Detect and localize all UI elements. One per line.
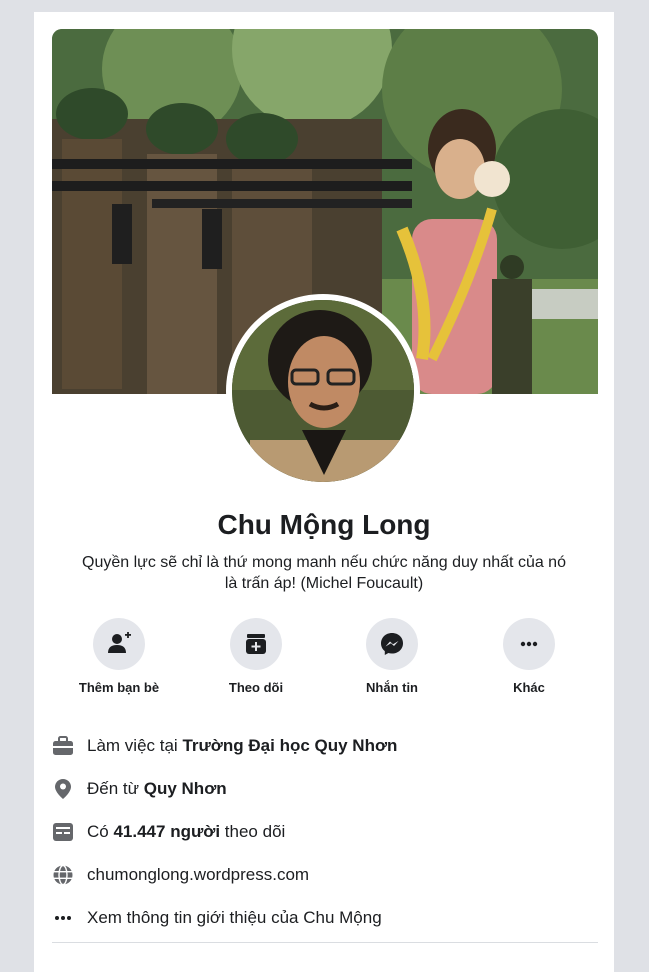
- profile-card: Chu Mộng Long Quyền lực sẽ chỉ là thứ mo…: [34, 12, 614, 972]
- followers-count-link[interactable]: 41.447 người: [113, 822, 220, 842]
- intro-followers: Có 41.447 người theo dõi: [52, 810, 598, 853]
- intro-work: Làm việc tại Trường Đại học Quy Nhơn: [52, 724, 598, 767]
- profile-avatar[interactable]: [226, 294, 420, 488]
- hometown-link[interactable]: Quy Nhơn: [144, 779, 227, 799]
- profile-actions: Thêm bạn bè Theo dõi Nhắn tin Khác: [34, 618, 614, 708]
- add-friend-button[interactable]: Thêm bạn bè: [59, 618, 179, 695]
- add-friend-icon: [108, 632, 131, 653]
- profile-bio: Quyền lực sẽ chỉ là thứ mong manh nếu ch…: [64, 552, 584, 594]
- more-icon: [520, 641, 538, 647]
- ellipsis-icon: [52, 907, 74, 929]
- see-more-label[interactable]: Xem thông tin giới thiệu của Chu Mộng: [87, 908, 382, 928]
- website-link[interactable]: chumonglong.wordpress.com: [87, 865, 309, 885]
- more-icon-circle[interactable]: [503, 618, 555, 670]
- messenger-icon: [381, 633, 403, 655]
- more-button[interactable]: Khác: [469, 618, 589, 695]
- follow-icon: [246, 634, 266, 654]
- add-friend-label: Thêm bạn bè: [78, 680, 160, 695]
- follow-icon-circle[interactable]: [230, 618, 282, 670]
- messenger-icon-circle[interactable]: [366, 618, 418, 670]
- follow-button[interactable]: Theo dõi: [196, 618, 316, 695]
- profile-photo: [232, 300, 414, 482]
- bio-line-1: Quyền lực sẽ chỉ là thứ mong manh nếu ch…: [82, 554, 566, 571]
- follow-label: Theo dõi: [228, 680, 284, 695]
- more-label: Khác: [513, 680, 545, 695]
- intro-hometown: Đến từ Quy Nhơn: [52, 767, 598, 810]
- location-pin-icon: [52, 778, 74, 800]
- from-prefix: Đến từ: [87, 778, 144, 798]
- message-button[interactable]: Nhắn tin: [332, 618, 452, 695]
- followers-suffix: theo dõi: [220, 821, 286, 841]
- work-prefix: Làm việc tại: [87, 735, 183, 755]
- bio-line-2: là trấn áp! (Michel Foucault): [224, 575, 424, 592]
- intro-see-more[interactable]: Xem thông tin giới thiệu của Chu Mộng: [52, 896, 598, 939]
- section-divider: [52, 942, 598, 943]
- intro-website: chumonglong.wordpress.com: [52, 853, 598, 896]
- work-place-link[interactable]: Trường Đại học Quy Nhơn: [182, 736, 397, 756]
- profile-name: Chu Mộng Long: [217, 509, 431, 540]
- profile-photo-illustration: [232, 300, 414, 482]
- globe-icon: [52, 864, 74, 886]
- followers-icon: [52, 821, 74, 843]
- briefcase-icon: [52, 735, 74, 757]
- followers-prefix: Có: [87, 821, 114, 841]
- message-label: Nhắn tin: [366, 680, 418, 695]
- intro-list: Làm việc tại Trường Đại học Quy Nhơn Đến…: [52, 724, 598, 939]
- add-friend-icon-circle[interactable]: [93, 618, 145, 670]
